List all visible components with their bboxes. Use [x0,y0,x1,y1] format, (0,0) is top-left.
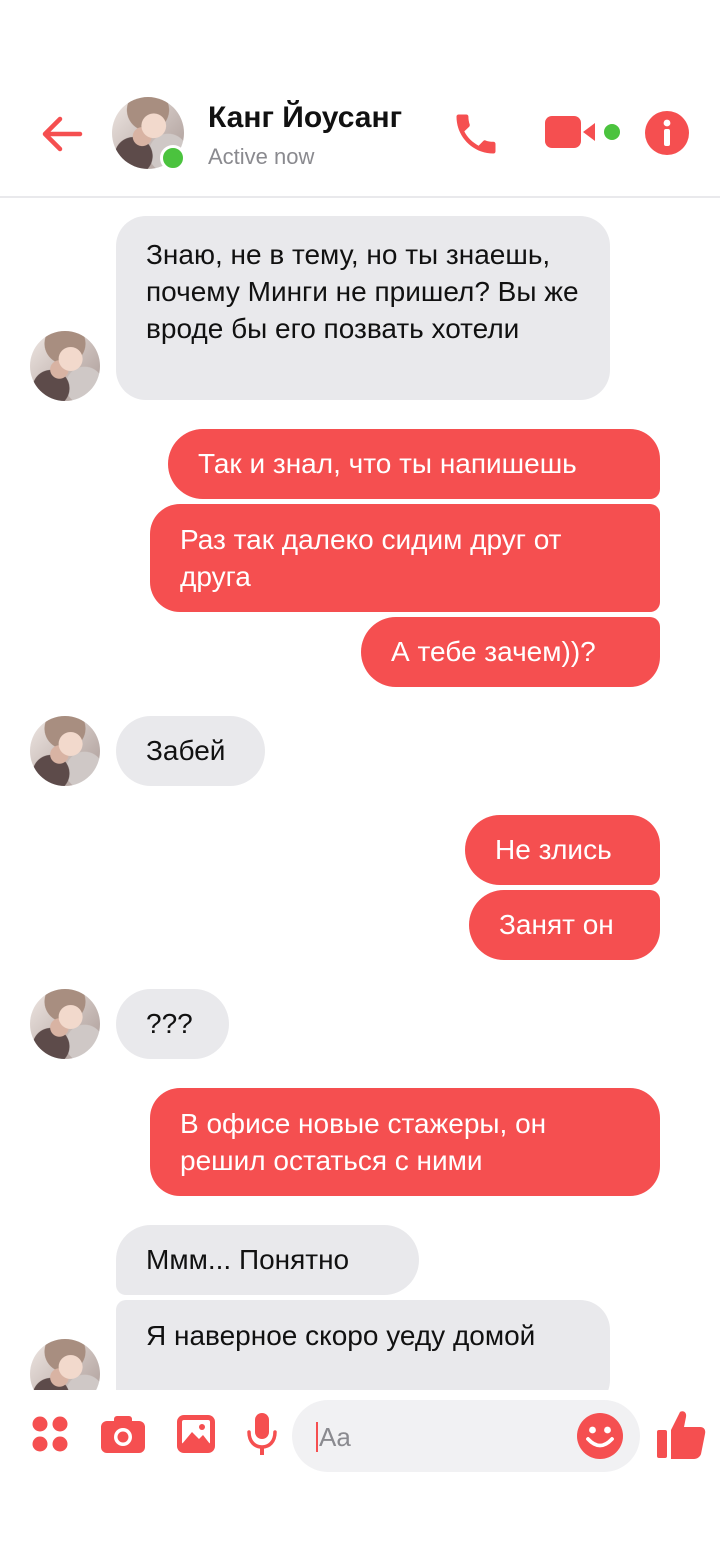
chat-header: Канг Йоусанг Active now [0,0,720,198]
info-icon[interactable] [644,110,690,156]
incoming-message[interactable]: Я наверное скоро уеду домой [116,1300,610,1390]
contact-avatar[interactable] [112,97,186,171]
apps-icon[interactable] [30,1414,70,1454]
outgoing-message[interactable]: Не злись [465,815,660,885]
camera-icon[interactable] [100,1414,146,1454]
contact-name[interactable]: Канг Йоусанг [208,101,402,135]
message-text: Не злись [495,834,612,865]
text-cursor [316,1422,318,1452]
sender-avatar[interactable] [30,989,100,1059]
incoming-message[interactable]: Забей [116,716,265,786]
microphone-icon[interactable] [246,1412,278,1458]
avatar-image [30,331,100,401]
incoming-message[interactable]: Ммм... Понятно [116,1225,419,1295]
message-text: В офисе новые стажеры, он решил остаться… [180,1108,547,1176]
sender-avatar[interactable] [30,331,100,401]
message-text: Так и знал, что ты напишешь [198,448,577,479]
outgoing-message[interactable]: А тебе зачем))? [361,617,660,687]
message-input-field[interactable] [292,1400,640,1472]
message-list[interactable]: Знаю, не в тему, но ты знаешь, почему Ми… [0,198,720,1390]
message-input[interactable] [319,1420,559,1454]
back-arrow-icon[interactable] [36,108,88,160]
message-text: Ммм... Понятно [146,1244,350,1275]
gallery-icon[interactable] [176,1414,216,1454]
message-text: Знаю, не в тему, но ты знаешь, почему Ми… [146,239,579,344]
sender-avatar[interactable] [30,1339,100,1390]
composer-bar [0,1390,720,1560]
outgoing-message[interactable]: Занят он [469,890,660,960]
avatar-image [30,989,100,1059]
thumbs-up-icon[interactable] [656,1408,706,1460]
message-text: Забей [146,735,226,766]
phone-icon[interactable] [450,108,502,160]
contact-status: Active now [208,144,315,169]
video-camera-icon[interactable] [544,112,626,152]
avatar-image [30,716,100,786]
outgoing-message[interactable]: Так и знал, что ты напишешь [168,429,660,499]
online-indicator [160,145,186,171]
avatar-image [30,1339,100,1390]
message-text: А тебе зачем))? [391,636,596,667]
outgoing-message[interactable]: Раз так далеко сидим друг от друга [150,504,660,612]
message-text: ??? [146,1008,193,1039]
message-text: Занят он [499,909,614,940]
sender-avatar[interactable] [30,716,100,786]
message-text: Я наверное скоро уеду домой [146,1320,536,1351]
outgoing-message[interactable]: В офисе новые стажеры, он решил остаться… [150,1088,660,1196]
emoji-icon[interactable] [576,1412,624,1460]
incoming-message[interactable]: Знаю, не в тему, но ты знаешь, почему Ми… [116,216,610,400]
message-text: Раз так далеко сидим друг от друга [180,524,562,592]
incoming-message[interactable]: ??? [116,989,229,1059]
